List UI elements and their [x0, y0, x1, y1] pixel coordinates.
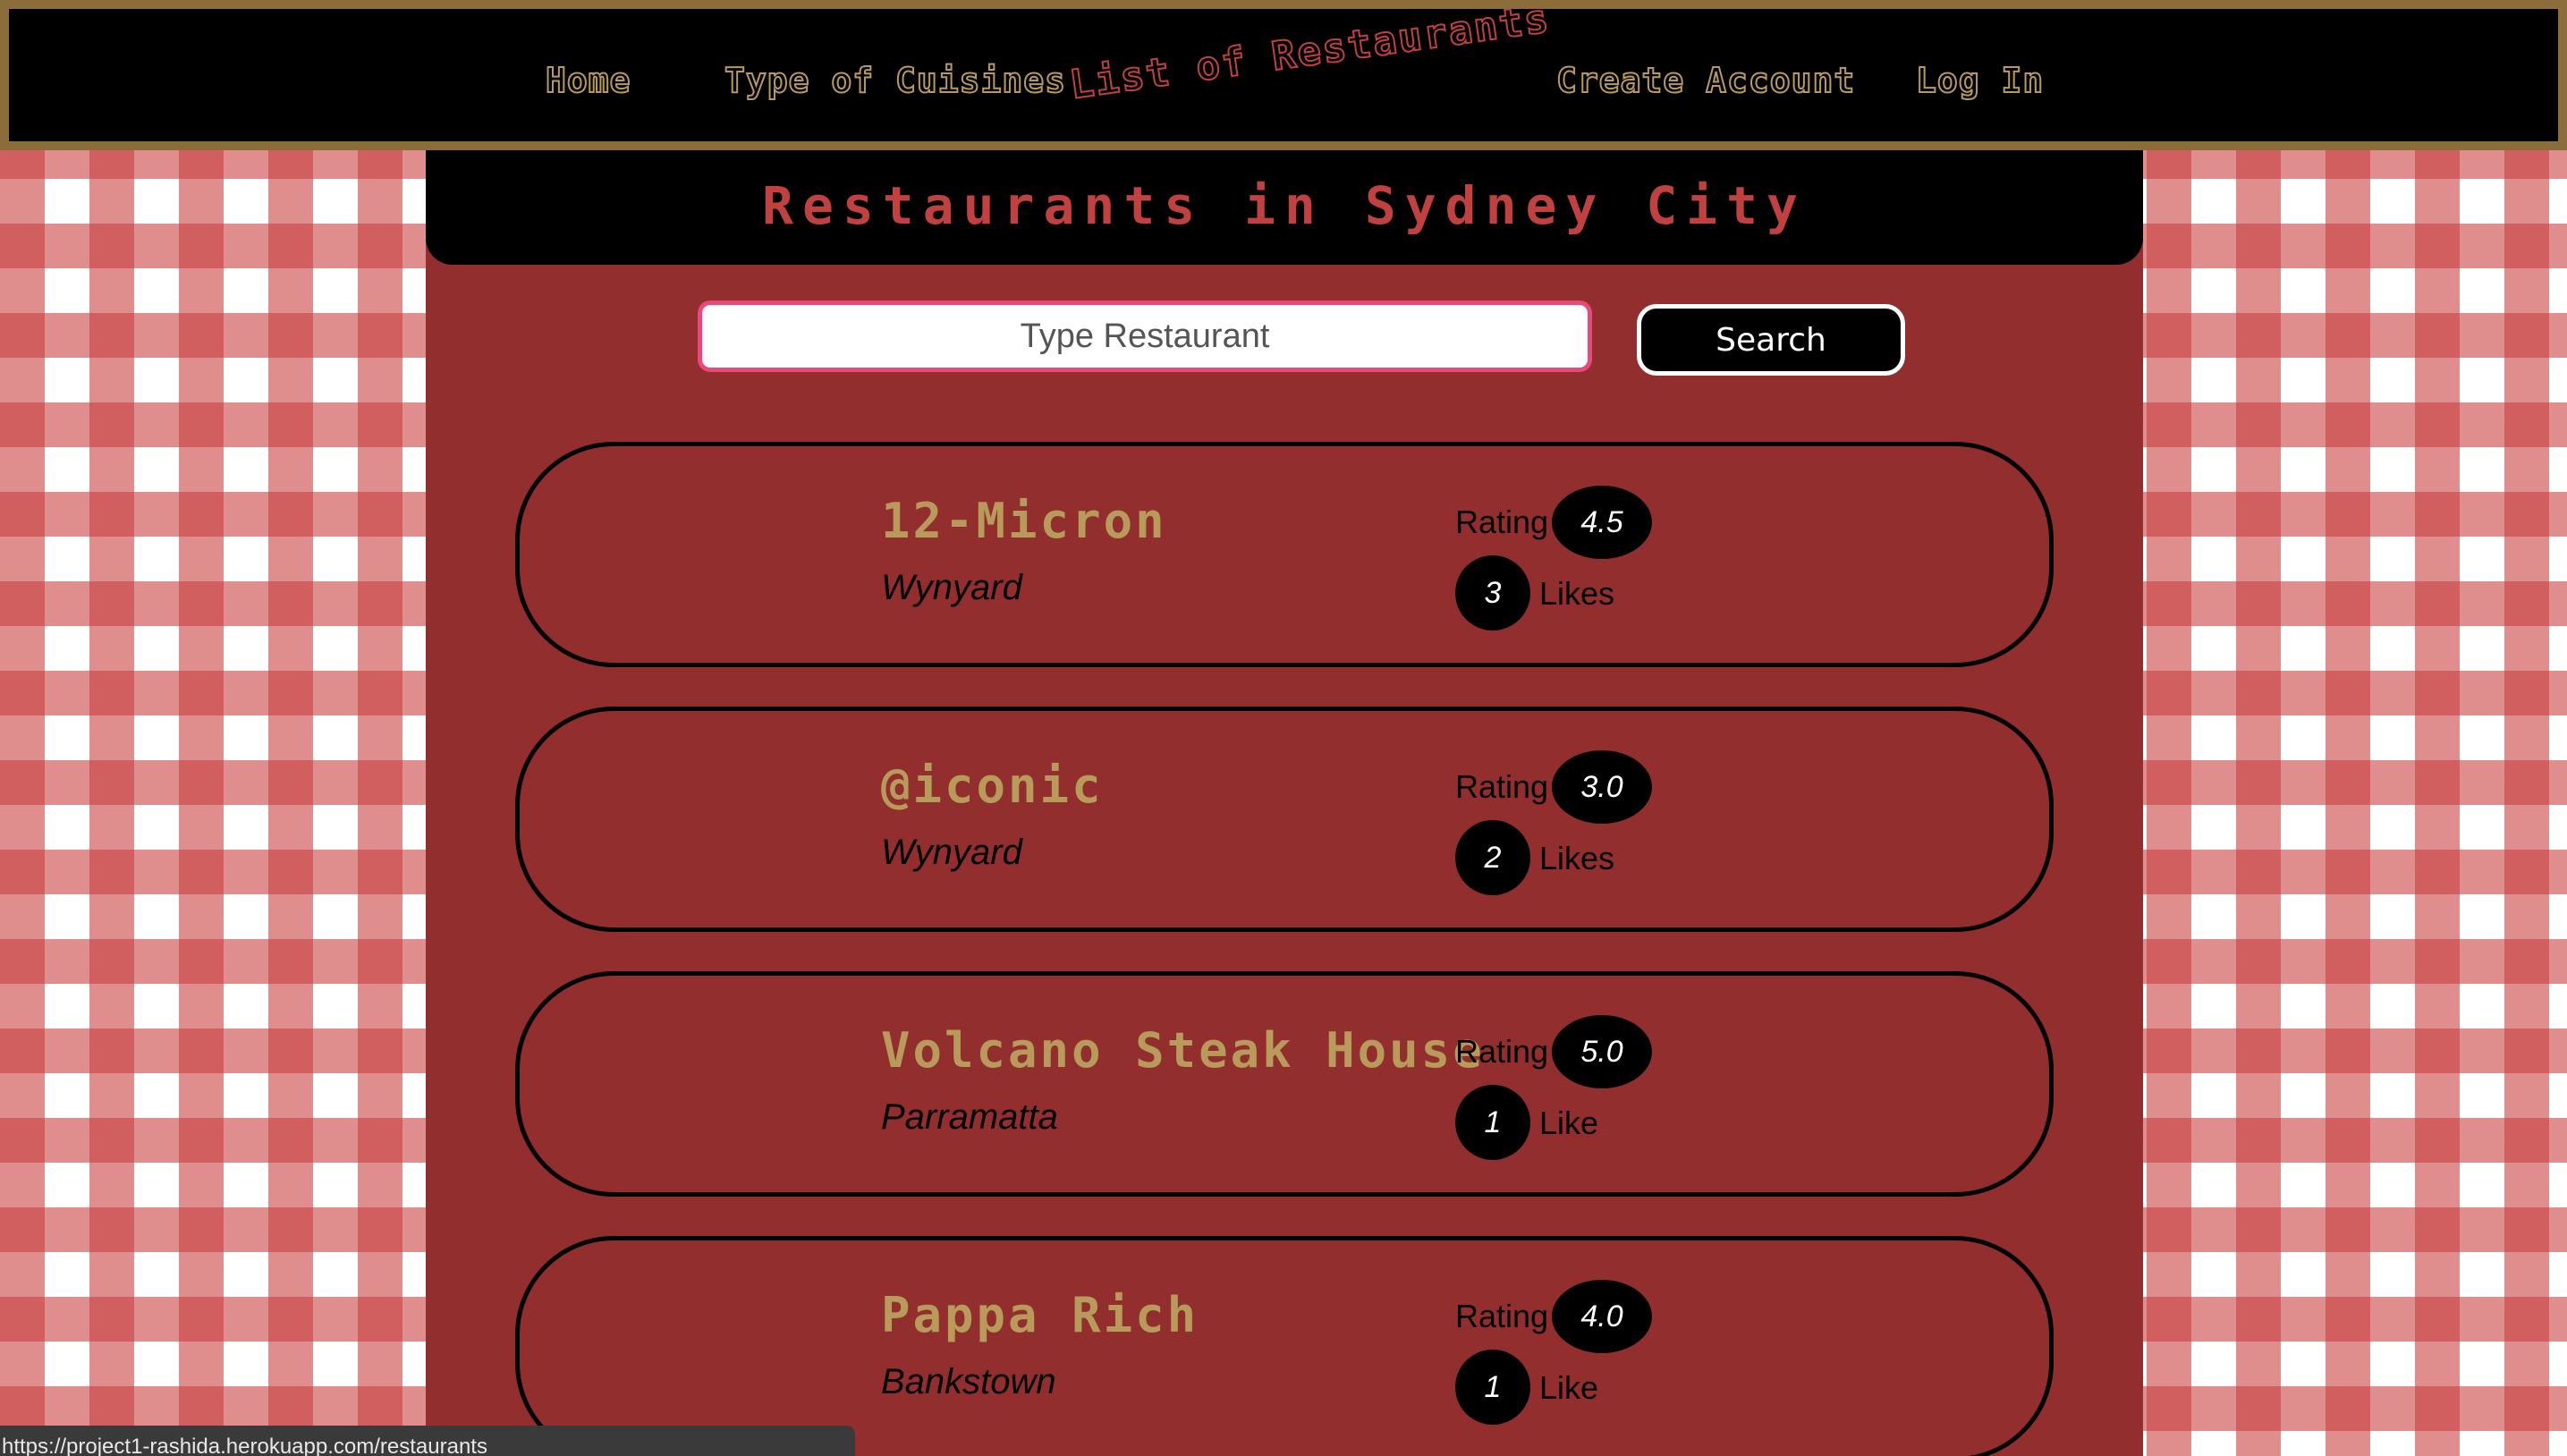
nav-login-link[interactable]: Log In: [1915, 60, 2044, 101]
rating-label: Rating: [1455, 1033, 1549, 1070]
rating-badge: 4.5: [1552, 486, 1652, 559]
restaurant-suburb: Parramatta: [881, 1097, 1058, 1137]
restaurant-name[interactable]: Pappa Rich: [881, 1287, 1199, 1343]
restaurant-card[interactable]: Pappa Rich Bankstown Rating 4.0 1 Like: [515, 1236, 2054, 1456]
rating-badge: 4.0: [1552, 1280, 1652, 1353]
likes-count-badge: 1: [1455, 1350, 1530, 1425]
rating-badge: 3.0: [1552, 750, 1652, 824]
nav-cuisines-link[interactable]: Type of Cuisines: [724, 60, 1066, 101]
restaurant-name[interactable]: 12-Micron: [881, 493, 1167, 549]
title-bar: Restaurants in Sydney City: [426, 143, 2143, 265]
search-input[interactable]: [698, 301, 1592, 372]
restaurant-name[interactable]: Volcano Steak House: [881, 1022, 1485, 1079]
restaurant-suburb: Wynyard: [881, 568, 1022, 607]
top-navigation: Home Type of Cuisines List of Restaurant…: [0, 0, 2567, 150]
page-title: Restaurants in Sydney City: [762, 175, 1807, 236]
link-status-bar: https://project1-rashida.herokuapp.com/r…: [0, 1426, 855, 1456]
likes-count-badge: 2: [1455, 820, 1530, 895]
restaurant-card[interactable]: @iconic Wynyard Rating 3.0 2 Likes: [515, 707, 2054, 932]
nav-home-link[interactable]: Home: [545, 60, 631, 101]
rating-label: Rating: [1455, 504, 1549, 540]
restaurant-name[interactable]: @iconic: [881, 758, 1104, 814]
likes-count-badge: 1: [1455, 1085, 1530, 1160]
restaurant-suburb: Wynyard: [881, 833, 1022, 872]
rating-label: Rating: [1455, 1298, 1549, 1334]
likes-label: Like: [1539, 1369, 1599, 1406]
rating-badge: 5.0: [1552, 1015, 1652, 1088]
restaurant-suburb: Bankstown: [881, 1362, 1056, 1401]
nav-brand-link[interactable]: List of Restaurants: [1066, 0, 1554, 109]
likes-label: Likes: [1539, 575, 1615, 612]
likes-label: Likes: [1539, 840, 1615, 876]
rating-label: Rating: [1455, 768, 1549, 805]
restaurant-card[interactable]: Volcano Steak House Parramatta Rating 5.…: [515, 971, 2054, 1197]
restaurant-card[interactable]: 12-Micron Wynyard Rating 4.5 3 Likes: [515, 442, 2054, 667]
nav-create-account-link[interactable]: Create Account: [1555, 60, 1855, 101]
search-button[interactable]: Search: [1637, 304, 1905, 376]
likes-label: Like: [1539, 1105, 1599, 1141]
likes-count-badge: 3: [1455, 555, 1530, 631]
